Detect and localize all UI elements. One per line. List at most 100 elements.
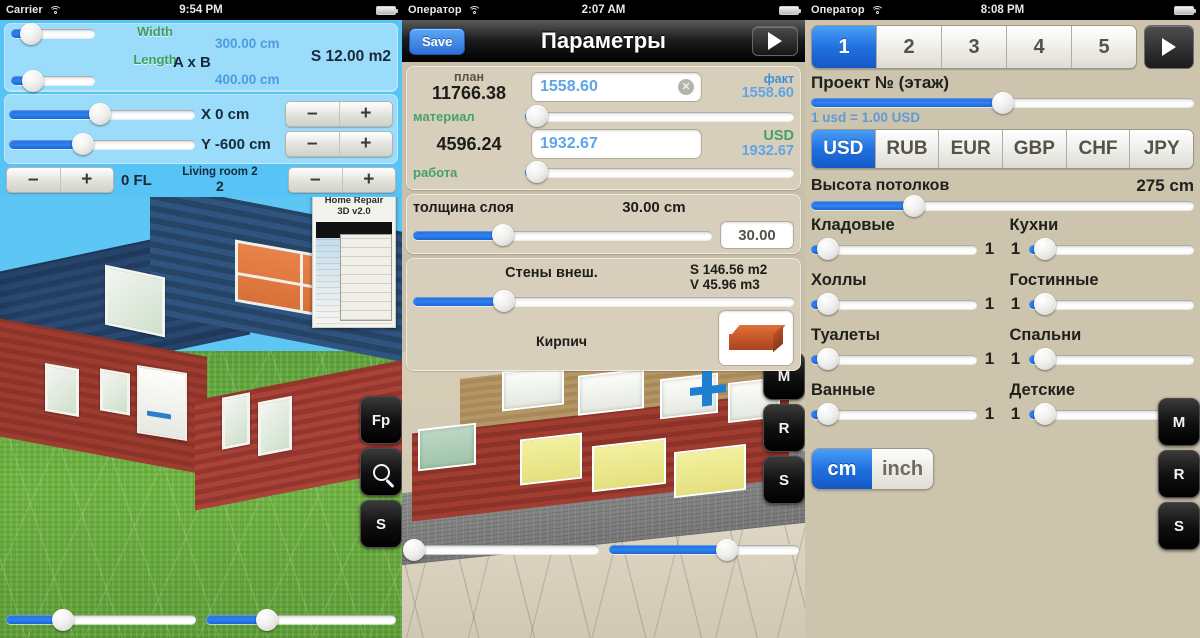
room-bedroom-label: Спальни: [1009, 326, 1082, 344]
play-button[interactable]: [1144, 25, 1194, 69]
panel2-view-sliders: [402, 538, 805, 561]
room-living: Гостинные 1: [1010, 271, 1194, 324]
y-plus-button[interactable]: +: [340, 132, 393, 156]
room-kitchen-slider[interactable]: [1028, 238, 1194, 260]
room-minus-button[interactable]: –: [289, 168, 343, 192]
x-plus-button[interactable]: +: [340, 102, 393, 126]
room-toilet: Туалеты 1: [811, 326, 996, 379]
x-slider[interactable]: [9, 103, 195, 125]
floor-stepper[interactable]: – +: [6, 167, 114, 193]
door: [137, 365, 187, 441]
project-tab-5[interactable]: 5: [1072, 26, 1136, 68]
project-label: Проект № (этаж): [811, 73, 949, 92]
currency-gbp[interactable]: GBP: [1003, 130, 1067, 168]
y-slider[interactable]: [9, 133, 195, 155]
rotate-slider[interactable]: [402, 538, 599, 561]
floor-cut-2: [592, 437, 666, 493]
x-stepper[interactable]: – +: [285, 101, 393, 127]
panel1-controls: Width Length A x B 300.00 cm 400.00 cm S…: [0, 20, 402, 197]
popup-inner-window: [340, 234, 392, 321]
project-tab-2[interactable]: 2: [877, 26, 942, 68]
y-minus-button[interactable]: –: [286, 132, 340, 156]
currency-jpy[interactable]: JPY: [1130, 130, 1193, 168]
window-2: [100, 368, 130, 416]
plan-input[interactable]: 1558.60 ✕: [531, 72, 702, 102]
plan-column: план 11766.38: [413, 70, 525, 103]
play-icon: [1162, 38, 1176, 56]
material-slider-row: материал: [413, 105, 794, 128]
project-tab-3[interactable]: 3: [942, 26, 1007, 68]
s-button-label: S: [375, 515, 386, 533]
3d-viewport-2[interactable]: M R S: [402, 352, 805, 638]
length-slider[interactable]: [11, 69, 95, 92]
project-tab-4[interactable]: 4: [1007, 26, 1072, 68]
room-bathroom-slider[interactable]: [811, 403, 977, 425]
width-slider[interactable]: [11, 22, 95, 45]
work-slider-row: работа: [413, 161, 794, 184]
fact-column: факт 1558.60: [708, 72, 794, 101]
thickness-slider[interactable]: [413, 224, 712, 247]
phone-screen-1: Carrier 9:54 PM Width Length A x B 300.0…: [0, 0, 402, 638]
3d-viewport-1[interactable]: Home Repair 3D v2.0 Fp S: [0, 191, 402, 638]
room-living-count: 1: [1010, 294, 1021, 313]
r-button[interactable]: R: [1158, 450, 1200, 498]
s-button[interactable]: S: [360, 500, 402, 548]
status-bar-2: Оператор 2:07 AM: [402, 0, 805, 20]
s-button[interactable]: S: [763, 456, 805, 504]
currency-chf[interactable]: CHF: [1066, 130, 1131, 168]
rotate-slider[interactable]: [6, 608, 196, 631]
material-input[interactable]: 1932.67: [531, 129, 702, 160]
currency-eur[interactable]: EUR: [939, 130, 1004, 168]
currency-usd[interactable]: USD: [812, 130, 876, 168]
currency-rub[interactable]: RUB: [875, 130, 940, 168]
s-button[interactable]: S: [1158, 502, 1200, 550]
room-toilet-count: 1: [984, 349, 995, 368]
save-button[interactable]: Save: [409, 27, 466, 55]
status-bar-1: Carrier 9:54 PM: [0, 0, 402, 20]
play-button[interactable]: [752, 26, 798, 56]
floor-room-row: – + 0 FL Living room 2 2 – +: [4, 167, 398, 193]
unit-selector: cm inch: [811, 448, 935, 490]
y-stepper[interactable]: – +: [285, 131, 393, 157]
floor-minus-button[interactable]: –: [7, 168, 61, 192]
room-stepper[interactable]: – +: [288, 167, 396, 193]
project-slider[interactable]: [811, 91, 1194, 114]
material-slider[interactable]: [525, 105, 794, 128]
r-button[interactable]: R: [763, 404, 805, 452]
room-storage-slider[interactable]: [811, 238, 977, 260]
room-living-slider[interactable]: [1028, 293, 1194, 315]
work-slider[interactable]: [525, 161, 794, 184]
app-info-popup[interactable]: Home Repair 3D v2.0: [312, 193, 396, 328]
thickness-label: толщина слоя: [413, 199, 514, 216]
floor-cut-1: [520, 432, 582, 486]
walls-slider[interactable]: [413, 290, 794, 313]
fp-button[interactable]: Fp: [360, 396, 402, 444]
phone-screen-3: Оператор 8:08 PM 1 2 3 4 5 Проект № (эта…: [805, 0, 1200, 638]
x-minus-button[interactable]: –: [286, 102, 340, 126]
room-plus-button[interactable]: +: [343, 168, 396, 192]
unit-cm[interactable]: cm: [812, 449, 872, 489]
walls-card: Стены внеш. S 146.56 m2 V 45.96 m3 Кирпи…: [406, 258, 801, 371]
room-hall: Холлы 1: [811, 271, 996, 324]
floor-plus-button[interactable]: +: [61, 168, 114, 192]
material-total-column: 4596.24: [413, 134, 525, 154]
thickness-input[interactable]: 30.00: [720, 221, 794, 250]
room-label: Living room 2 2: [159, 167, 281, 193]
work-label: работа: [413, 164, 458, 180]
unit-inch[interactable]: inch: [872, 449, 934, 489]
brick-preview[interactable]: [718, 309, 794, 366]
room-hall-slider[interactable]: [811, 293, 977, 315]
m-button[interactable]: M: [1158, 398, 1200, 446]
walls-volume: V 45.96 m3: [690, 277, 760, 293]
room-bedroom-slider[interactable]: [1028, 348, 1194, 370]
search-button[interactable]: [360, 448, 402, 496]
clear-icon[interactable]: ✕: [678, 79, 694, 95]
room-toilet-slider[interactable]: [811, 348, 977, 370]
zoom-slider[interactable]: [206, 608, 396, 631]
zoom-slider[interactable]: [608, 538, 799, 561]
walls-material-name: Кирпич: [536, 332, 587, 349]
thickness-card: толщина слоя 30.00 cm 30.00: [406, 194, 801, 255]
walls-slider-row: [413, 290, 794, 313]
ceiling-slider[interactable]: [811, 194, 1194, 217]
project-tab-1[interactable]: 1: [812, 26, 877, 68]
